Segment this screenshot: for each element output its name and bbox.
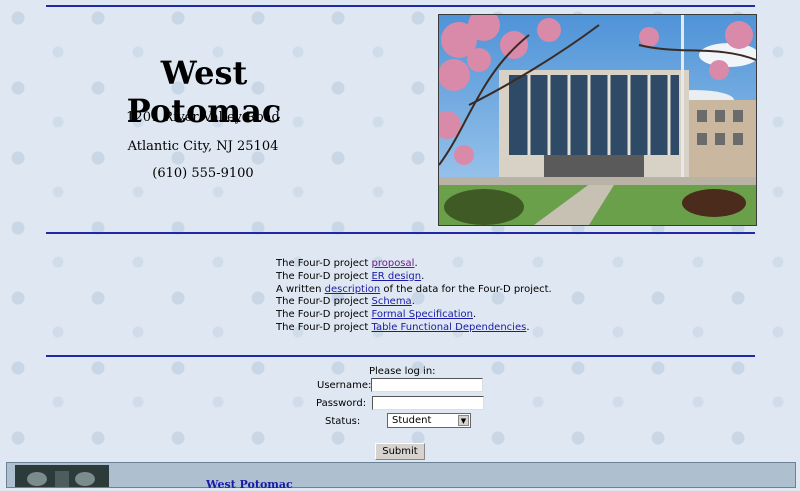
link-suffix: . — [472, 309, 477, 321]
link-suffix: . — [526, 321, 530, 333]
footer-bar — [6, 462, 796, 488]
er-design-link[interactable]: ER design — [371, 271, 421, 282]
link-prefix: The Four-D project — [276, 270, 372, 282]
link-suffix: . — [411, 296, 415, 308]
phone-number: (610) 555-9100 — [152, 166, 254, 181]
link-line-schema: The Four-D project Schema. — [276, 296, 552, 309]
link-line-description: A written description of the data for th… — [276, 284, 552, 297]
middle-divider — [46, 232, 755, 234]
password-label: Password: — [316, 398, 367, 409]
username-label: Username: — [317, 380, 372, 391]
link-prefix: The Four-D project — [276, 309, 372, 321]
top-divider — [46, 5, 755, 7]
link-prefix: The Four-D project — [276, 258, 372, 269]
link-line-formal-specification: The Four-D project Formal Specification. — [276, 309, 552, 322]
login-title: Please log in: — [369, 366, 436, 377]
submit-button[interactable]: Submit — [375, 443, 425, 460]
link-suffix: of the data for the Four-D project. — [380, 283, 552, 295]
link-prefix: The Four-D project — [276, 296, 372, 308]
functional-dependencies-link[interactable]: Table Functional Dependencies — [371, 322, 526, 333]
school-building-image — [439, 15, 756, 225]
username-input[interactable] — [371, 378, 483, 392]
status-select[interactable]: Student ▼ — [387, 413, 471, 428]
link-prefix: A written — [276, 283, 325, 295]
footer-link[interactable]: West Potomac — [206, 478, 293, 491]
schema-link[interactable]: Schema — [371, 296, 411, 307]
address-line-2: Atlantic City, NJ 25104 — [127, 139, 279, 154]
link-suffix: . — [414, 258, 418, 269]
address-line-1: 1201 River Valley Road — [126, 110, 280, 125]
link-prefix: The Four-D project — [276, 321, 372, 333]
dropdown-arrow-icon[interactable]: ▼ — [458, 415, 469, 426]
link-line-proposal: The Four-D project proposal. — [276, 258, 552, 271]
description-link[interactable]: description — [325, 284, 381, 295]
status-selected-value: Student — [392, 415, 432, 426]
school-photo — [438, 14, 757, 226]
status-label: Status: — [325, 416, 361, 427]
proposal-link[interactable]: proposal — [371, 258, 414, 269]
link-suffix: . — [421, 270, 425, 282]
link-line-functional-dependencies: The Four-D project Table Functional Depe… — [276, 322, 552, 335]
project-links: The Four-D project proposal. The Four-D … — [276, 258, 552, 335]
formal-specification-link[interactable]: Formal Specification — [371, 309, 472, 320]
link-line-er-design: The Four-D project ER design. — [276, 271, 552, 284]
password-input[interactable] — [372, 396, 484, 410]
login-divider — [46, 355, 755, 357]
